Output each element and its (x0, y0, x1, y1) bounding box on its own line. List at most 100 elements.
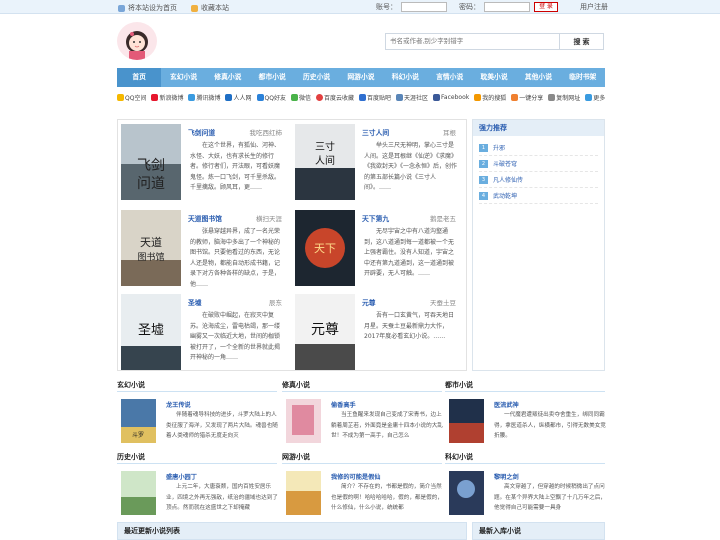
category-title[interactable]: 网游小说 (282, 452, 442, 464)
featured-item: 三寸 人间 三寸人间 耳根 举头三尺无神明，掌心三寸是人间。这是耳根继《仙逆》《求… (292, 120, 462, 200)
nav-qita[interactable]: 其他小说 (516, 68, 560, 87)
share-qzone[interactable]: QQ空间 (117, 93, 146, 102)
renren-icon (225, 93, 233, 101)
bookmark-link[interactable]: 收藏本站 (191, 3, 229, 13)
featured-item: 元尊 元尊 天蚕土豆 吾有一口玄黄气，可吞天地日月星。天蚕土豆最新鼎力大作，20… (292, 290, 462, 370)
search-button[interactable]: 搜 索 (560, 33, 604, 50)
book-desc: 高文穿越了，但穿越的时候稍微出了点问题。在某个异界大陆上空飘了十几万年之后，他觉… (494, 484, 606, 511)
book-desc: 举头三尺无神明，掌心三寸是人间。这是耳根继《仙逆》《求魔》《我欲封天》《一念永恒… (364, 142, 458, 191)
share-icon (511, 93, 519, 101)
book-author[interactable]: 我吃西红柿 (250, 127, 283, 137)
book-cover[interactable]: 飞剑 问道 (121, 124, 181, 200)
book-cover[interactable]: 圣墟 (121, 294, 181, 370)
svg-text:图书馆: 图书馆 (137, 251, 164, 263)
nav-home[interactable]: 首页 (117, 68, 162, 87)
nav-bookshelf[interactable]: 临时书架 (561, 68, 605, 87)
nav-wangyou[interactable]: 网游小说 (339, 68, 383, 87)
nav-yanqing[interactable]: 言情小说 (428, 68, 472, 87)
plus-icon (585, 93, 593, 101)
login-button[interactable]: 登 录 (534, 2, 558, 12)
category-title[interactable]: 修真小说 (282, 380, 442, 392)
home-icon (118, 4, 125, 12)
book-cover[interactable] (286, 471, 321, 515)
book-cover[interactable]: 元尊 (295, 294, 355, 370)
rank-item[interactable]: 3 凡人修仙传 (479, 172, 598, 188)
category-block: 网游小说 我修的可能是假仙 简介？不存在的，书都是假的，简介当然也是假的啊！哈哈… (282, 452, 443, 519)
share-facebook[interactable]: Facebook (433, 93, 469, 101)
book-author[interactable]: 辰东 (269, 297, 282, 307)
share-tieba[interactable]: 百度贴吧 (358, 93, 391, 102)
book-title[interactable]: 三寸人间 (362, 127, 389, 137)
rank-book-name[interactable]: 凡人修仙传 (493, 175, 523, 184)
book-title[interactable]: 黎明之剑 (494, 472, 519, 481)
share-weibo[interactable]: 新浪微博 (151, 93, 183, 102)
book-cover[interactable]: 天道 图书馆 (121, 210, 181, 286)
nav-danmei[interactable]: 耽美小说 (472, 68, 516, 87)
share-copy-url[interactable]: 复制网址 (548, 93, 580, 102)
password-input[interactable] (484, 2, 530, 12)
qzone-icon (117, 93, 124, 101)
book-cover[interactable] (286, 399, 321, 443)
book-title[interactable]: 医流武神 (494, 400, 519, 409)
rank-book-name[interactable]: 斗破苍穹 (493, 159, 517, 168)
rank-book-name[interactable]: 武动乾坤 (493, 191, 517, 200)
bookmark-icon (191, 4, 198, 12)
share-sohu[interactable]: 我的搜狐 (474, 93, 506, 102)
rank-item[interactable]: 1 升邪 (479, 140, 598, 156)
share-wechat[interactable]: 微信 (290, 93, 311, 102)
account-input[interactable] (401, 2, 447, 12)
book-author[interactable]: 耳根 (443, 127, 456, 137)
share-qq-friend[interactable]: QQ好友 (256, 93, 286, 102)
nav-kehuan[interactable]: 科幻小说 (383, 68, 427, 87)
rank-book-name[interactable]: 升邪 (493, 143, 505, 152)
book-cover[interactable]: 三寸 人间 (295, 124, 355, 200)
book-title[interactable]: 元尊 (362, 297, 376, 307)
book-cover[interactable] (449, 471, 484, 515)
book-title[interactable]: 偷香高手 (331, 400, 356, 409)
book-cover[interactable] (449, 399, 484, 443)
book-title[interactable]: 我修的可能是假仙 (331, 472, 381, 481)
qq-icon (256, 93, 264, 101)
book-desc: 上元二年，大唐衰颓，国内百姓安居乐业，四境之外再无强敌，纸治的疆域也达到了顶点。… (166, 484, 278, 511)
book-title[interactable]: 飞剑问道 (188, 127, 215, 137)
nav-dushi[interactable]: 都市小说 (250, 68, 294, 87)
share-one-click[interactable]: 一键分享 (511, 93, 543, 102)
book-title[interactable]: 盛唐小园丁 (166, 472, 197, 481)
rank-number: 3 (479, 175, 488, 184)
featured-books: 飞剑 问道 飞剑问道 我吃西红柿 在这个世界，有狐仙、河神、水怪、大妖，也有求长生… (117, 119, 467, 371)
nav-lishi[interactable]: 历史小说 (294, 68, 338, 87)
recommend-panel: 强力推荐 1 升邪 2 斗破苍穹 3 凡人修仙传 4 武动乾坤 (472, 119, 605, 371)
share-tqq[interactable]: 腾讯微博 (188, 93, 220, 102)
nav-xiuzhen[interactable]: 修真小说 (206, 68, 250, 87)
category-title[interactable]: 都市小说 (445, 380, 605, 392)
book-cover[interactable]: 天下 (295, 210, 355, 286)
book-author[interactable]: 鹅是老五 (430, 213, 456, 223)
share-tianya[interactable]: 天涯社区 (396, 93, 428, 102)
site-logo[interactable] (117, 22, 157, 60)
rank-item[interactable]: 4 武动乾坤 (479, 188, 598, 204)
book-title[interactable]: 龙王传说 (166, 400, 191, 409)
book-title[interactable]: 圣墟 (188, 297, 202, 307)
search-input[interactable] (385, 33, 560, 50)
share-bar: QQ空间 新浪微博 腾讯微博 人人网 QQ好友 微信 百度云收藏 百度贴吧 天涯… (117, 90, 605, 104)
book-cover[interactable]: 斗罗 (121, 399, 156, 443)
heart-icon (315, 93, 323, 101)
category-title[interactable]: 玄幻小说 (117, 380, 277, 392)
category-title[interactable]: 科幻小说 (445, 452, 605, 464)
book-cover[interactable] (121, 471, 156, 515)
book-title[interactable]: 天道图书馆 (188, 213, 222, 223)
book-author[interactable]: 横扫天涯 (256, 213, 282, 223)
svg-text:斗罗: 斗罗 (132, 432, 144, 439)
category-title[interactable]: 历史小说 (117, 452, 277, 464)
book-title[interactable]: 天下第九 (362, 213, 389, 223)
share-renren[interactable]: 人人网 (225, 93, 252, 102)
book-author[interactable]: 天蚕土豆 (430, 297, 456, 307)
share-more[interactable]: 更多 (585, 93, 605, 102)
category-block: 玄幻小说 斗罗 龙王传说 伴随着魂导科技的进步，斗罗大陆上的人类征服了海洋，又发… (117, 380, 278, 447)
category-block: 科幻小说 黎明之剑 高文穿越了，但穿越的时候稍微出了点问题。在某个异界大陆上空飘… (445, 452, 606, 519)
set-homepage-link[interactable]: 将本站设为首页 (118, 3, 177, 13)
share-baidu-cloud[interactable]: 百度云收藏 (315, 93, 354, 102)
register-link[interactable]: 用户注册 (580, 2, 608, 12)
nav-xuanhuan[interactable]: 玄幻小说 (161, 68, 205, 87)
rank-item[interactable]: 2 斗破苍穹 (479, 156, 598, 172)
